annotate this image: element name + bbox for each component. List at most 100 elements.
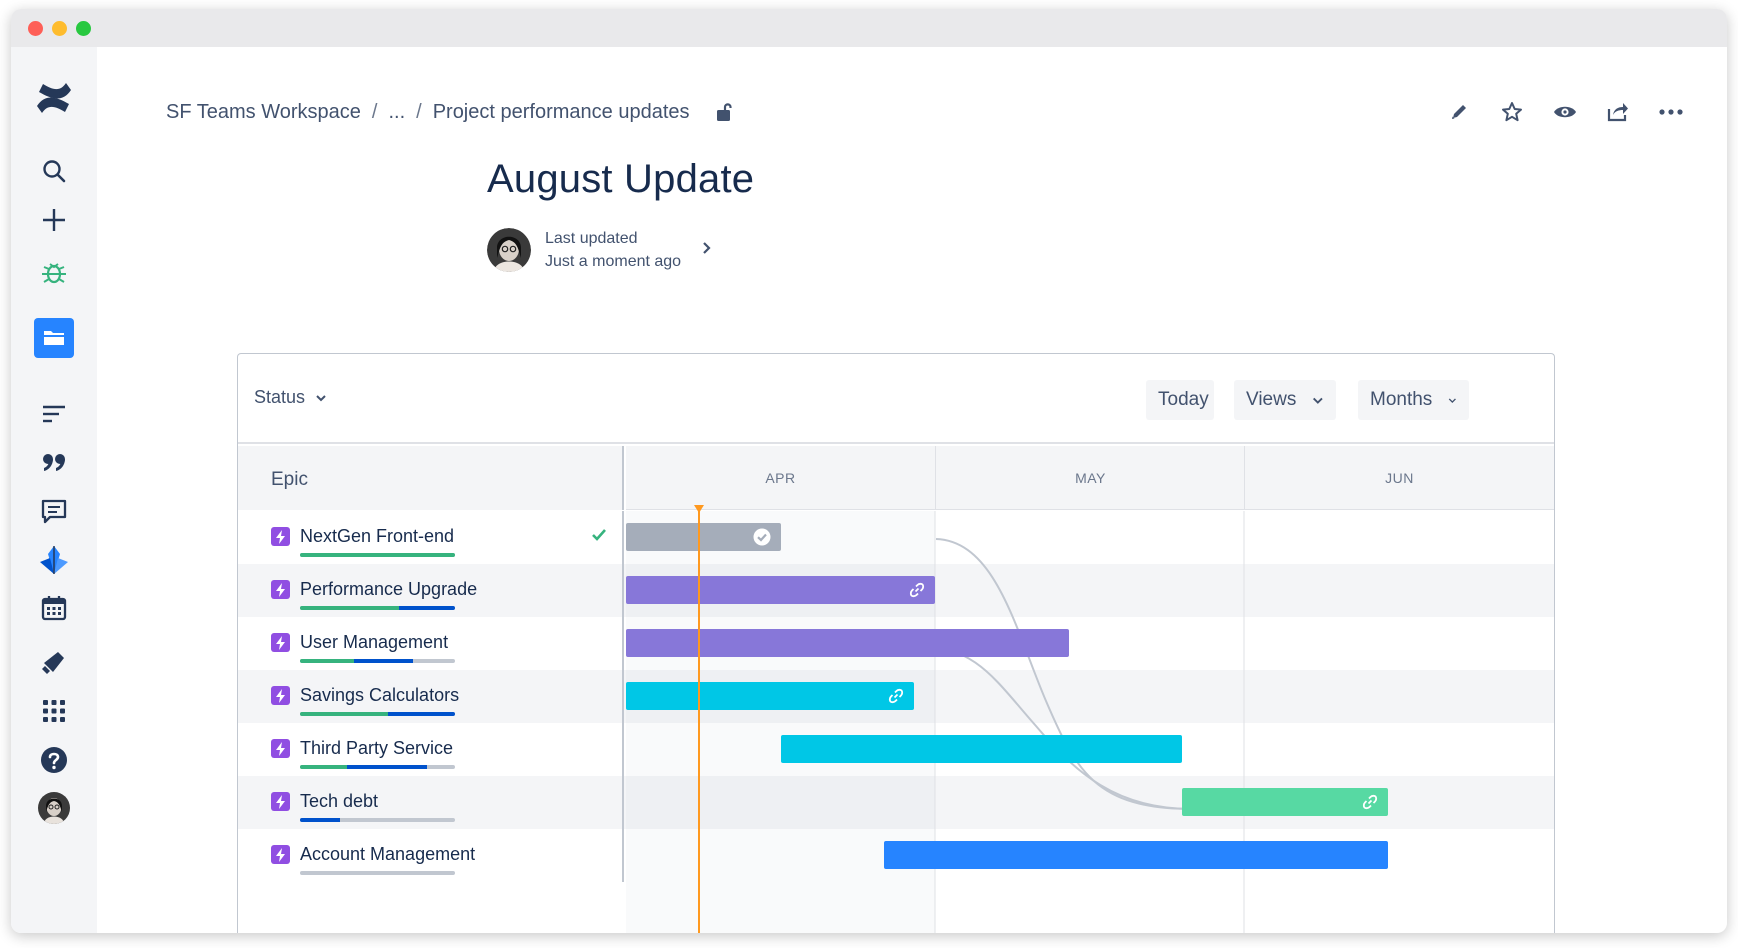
epic-progress-bar	[300, 818, 455, 822]
epic-name: Performance Upgrade	[300, 579, 478, 599]
months-dropdown[interactable]: Months	[1358, 380, 1469, 420]
status-label: Status	[254, 387, 306, 407]
chevron-down-icon	[1449, 397, 1457, 403]
star-icon[interactable]	[1485, 95, 1538, 129]
epic-name: Tech debt	[300, 791, 379, 811]
months-label: Months	[1370, 389, 1433, 410]
megaphone-icon[interactable]	[33, 641, 75, 683]
today-button[interactable]: Today	[1146, 380, 1214, 420]
check-icon	[591, 528, 607, 547]
author-avatar[interactable]	[487, 228, 531, 272]
epic-progress-bar	[300, 606, 455, 610]
epic-lightning-icon	[271, 527, 290, 546]
last-updated-time: Just a moment ago	[545, 253, 682, 270]
roadmap-toolbar: Status Today Views Months	[238, 354, 1554, 444]
progress-in-progress	[346, 765, 428, 769]
progress-done	[300, 765, 347, 769]
window-titlebar	[11, 9, 1727, 47]
avatar[interactable]	[33, 787, 75, 829]
epic-cell[interactable]: Performance Upgrade	[238, 564, 624, 617]
more-icon[interactable]	[1644, 95, 1697, 129]
epic-progress-bar	[300, 765, 455, 769]
epic-bar[interactable]	[626, 576, 935, 604]
epic-cell[interactable]: Savings Calculators	[238, 670, 624, 723]
epic-cell[interactable]: User Management	[238, 617, 624, 670]
today-label: Today	[1158, 389, 1209, 410]
page-actions	[1432, 95, 1697, 129]
apps-grid-icon[interactable]	[33, 690, 75, 732]
app-window: SF Teams Workspace / ... / Project perfo…	[11, 9, 1727, 933]
epic-bar[interactable]	[626, 682, 915, 710]
epic-cell[interactable]: Tech debt	[238, 776, 624, 829]
epic-name: Third Party Service	[300, 738, 454, 758]
close-window-button[interactable]	[28, 21, 43, 36]
epic-progress-bar	[300, 553, 455, 557]
epic-progress-bar	[300, 871, 455, 875]
comment-icon[interactable]	[33, 490, 75, 532]
epic-lightning-icon	[271, 686, 290, 705]
watch-icon[interactable]	[1538, 95, 1591, 129]
epic-bar[interactable]	[883, 841, 1389, 869]
breadcrumb-separator: /	[416, 100, 422, 123]
share-icon[interactable]	[1591, 95, 1644, 129]
minimize-window-button[interactable]	[52, 21, 67, 36]
breadcrumb-ellipsis[interactable]: ...	[388, 101, 405, 124]
epic-bar[interactable]	[626, 629, 1069, 657]
epic-name: NextGen Front-end	[300, 526, 455, 546]
link-icon[interactable]	[888, 688, 904, 709]
link-icon[interactable]	[909, 582, 925, 603]
plus-icon[interactable]	[33, 199, 75, 241]
views-dropdown[interactable]: Views	[1234, 380, 1336, 420]
quote-icon[interactable]	[33, 442, 75, 484]
edit-icon[interactable]	[1432, 95, 1485, 129]
epic-lightning-icon	[271, 580, 290, 599]
today-line	[698, 505, 701, 933]
search-icon[interactable]	[33, 150, 75, 192]
chevron-right-icon[interactable]	[701, 241, 711, 260]
breadcrumb: SF Teams Workspace / ... / Project perfo…	[166, 99, 732, 125]
progress-in-progress	[399, 606, 455, 610]
timeline-header: APR MAY JUN	[626, 446, 1554, 510]
unlock-icon[interactable]	[716, 102, 732, 122]
folder-icon[interactable]	[33, 317, 75, 359]
global-sidebar	[11, 47, 97, 933]
epic-lightning-icon	[271, 739, 290, 758]
month-label: APR	[765, 470, 796, 486]
today-marker	[694, 505, 705, 513]
last-updated-label: Last updated	[545, 230, 638, 247]
epic-bar[interactable]	[626, 523, 781, 551]
progress-done	[300, 659, 355, 663]
breadcrumb-separator: /	[371, 100, 378, 123]
epic-lightning-icon	[271, 633, 290, 652]
list-icon[interactable]	[33, 393, 75, 435]
breadcrumb-workspace[interactable]: SF Teams Workspace	[166, 101, 361, 124]
link-icon[interactable]	[1362, 794, 1378, 815]
breadcrumb-page[interactable]: Project performance updates	[433, 101, 690, 124]
epic-lightning-icon	[271, 792, 290, 811]
bug-icon[interactable]	[33, 252, 75, 294]
status-dropdown[interactable]: Status	[254, 387, 327, 408]
calendar-icon[interactable]	[33, 587, 75, 629]
epic-cell[interactable]: Third Party Service	[238, 723, 624, 776]
epic-header-label: Epic	[271, 469, 308, 490]
check-circle-icon	[753, 528, 771, 551]
epic-lightning-icon	[271, 845, 290, 864]
epic-bar[interactable]	[780, 735, 1183, 763]
month-label: JUN	[1385, 470, 1414, 486]
main-content: SF Teams Workspace / ... / Project perfo…	[97, 47, 1727, 933]
gantt-timeline	[626, 505, 1554, 933]
page-title: August Update	[487, 157, 755, 201]
byline: Last updated Just a moment ago	[487, 227, 711, 273]
month-label: MAY	[1075, 470, 1106, 486]
epic-cell[interactable]: Account Management	[238, 829, 624, 882]
timeline-grid	[626, 511, 1554, 933]
confluence-logo-icon[interactable]	[33, 77, 75, 119]
epic-cell[interactable]: NextGen Front-end	[238, 511, 624, 564]
past-period-shade	[626, 511, 935, 933]
epic-bar[interactable]	[1182, 788, 1389, 816]
maximize-window-button[interactable]	[76, 21, 91, 36]
anchor-icon[interactable]	[33, 539, 75, 581]
epic-name: User Management	[300, 632, 449, 652]
progress-done	[300, 712, 389, 716]
help-icon[interactable]	[33, 739, 75, 781]
